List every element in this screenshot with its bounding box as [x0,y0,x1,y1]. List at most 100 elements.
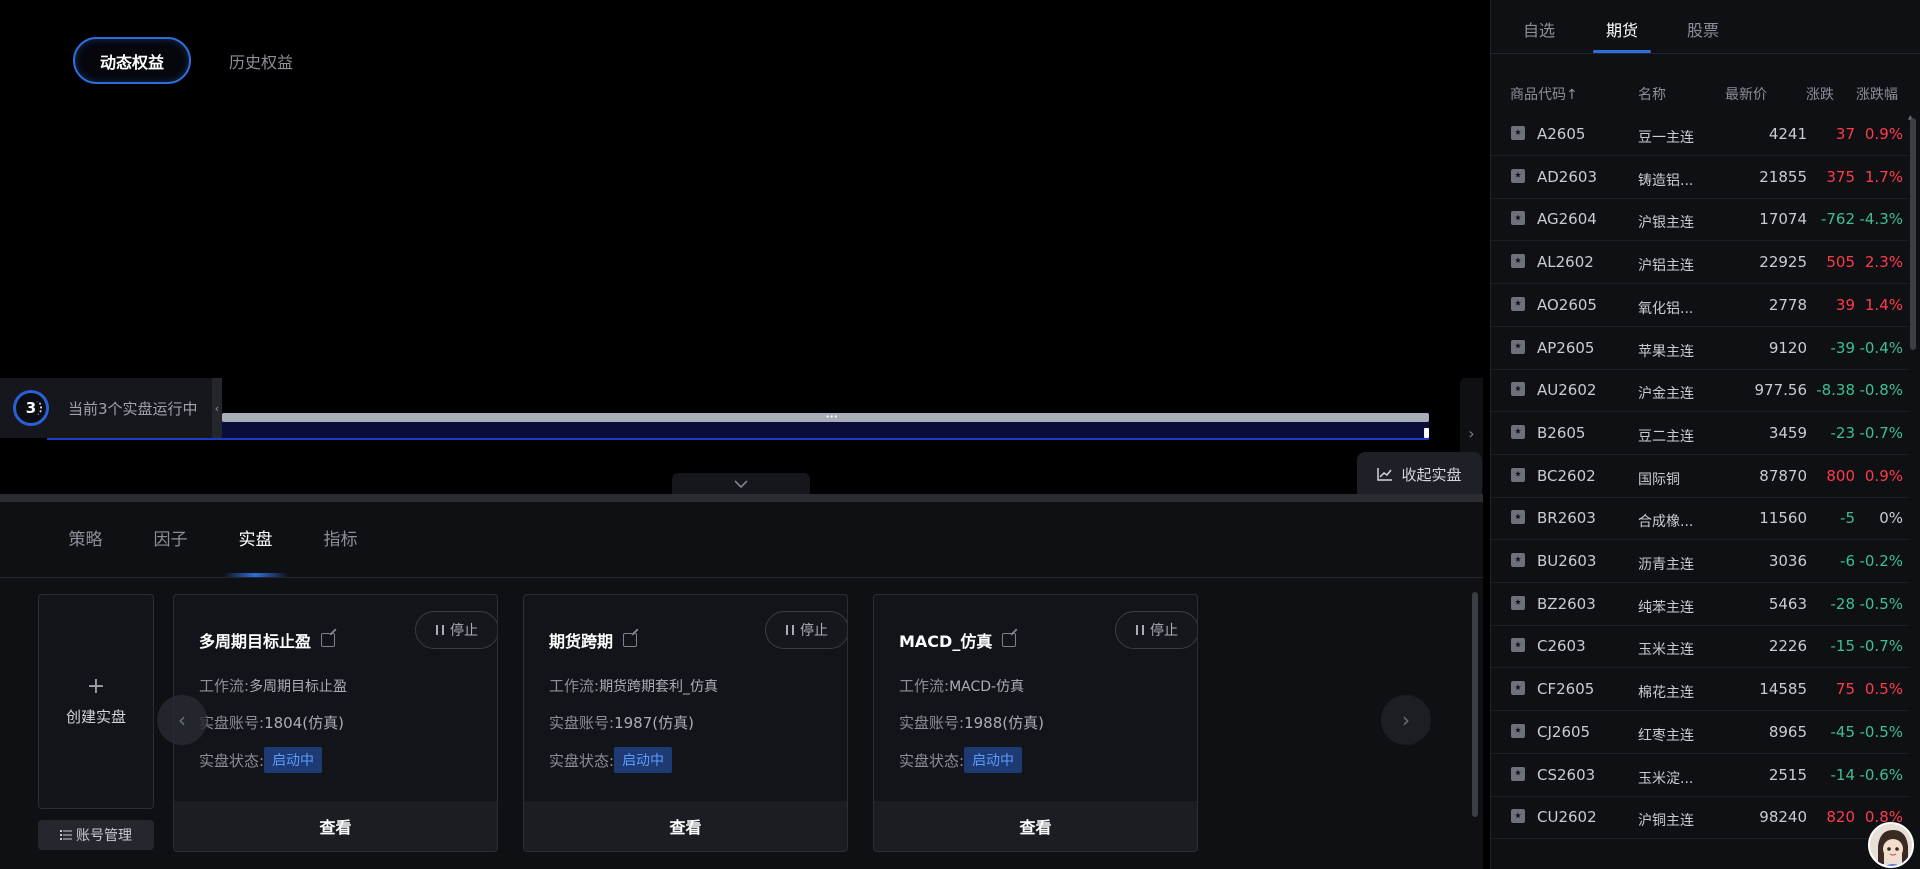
favorite-icon[interactable] [1511,510,1525,525]
main-area: 动态权益 历史权益 3 当前3个实盘运行中 ‹ ••• › 收起实盘 策略 因子 [0,0,1483,869]
quote-change: -39 [1830,338,1856,357]
assistant-avatar[interactable] [1868,822,1914,868]
stop-button[interactable]: 停止 [765,611,847,649]
view-button[interactable]: 查看 [874,801,1197,851]
quote-name: 玉米淀... [1638,770,1694,787]
quote-row[interactable]: BU2603 沥青主连 3036 -6 -0.2% [1491,541,1909,583]
quote-row[interactable]: AO2605 氧化铝... 2778 39 1.4% [1491,285,1909,327]
live-card-title: MACD_仿真 [899,632,993,651]
workflow-value: 期货跨期套利_仿真 [599,678,719,695]
tab-history-equity[interactable]: 历史权益 [201,37,321,84]
header-change[interactable]: 涨跌 [1806,84,1834,104]
favorite-icon[interactable] [1511,382,1525,397]
header-code[interactable]: 商品代码↑ [1510,84,1578,104]
favorite-icon[interactable] [1511,723,1525,738]
quote-row[interactable]: C2603 玉米主连 2226 -15 -0.7% [1491,626,1909,669]
timeline-scrollbar[interactable]: ••• [47,411,1429,440]
edit-icon[interactable] [1002,633,1017,647]
status-label: 实盘状态: [899,751,965,770]
quote-code: B2605 [1537,423,1586,442]
quote-row[interactable]: BZ2603 纯苯主连 5463 -28 -0.5% [1491,584,1909,626]
grip-icon[interactable]: ••• [826,414,838,421]
collapse-live-button[interactable]: 收起实盘 [1357,452,1482,496]
tab-futures[interactable]: 期货 [1606,17,1638,41]
quote-row[interactable]: B2605 豆二主连 3459 -23 -0.7% [1491,413,1909,455]
tab-stocks[interactable]: 股票 [1687,17,1719,41]
timeline-slider[interactable]: ••• [222,413,1429,422]
favorite-icon[interactable] [1511,126,1525,140]
quote-row[interactable]: CU2602 沪铜主连 98240 820 0.8% [1491,797,1909,840]
quote-code: BC2602 [1537,466,1596,485]
account-manage-button[interactable]: 账号管理 [38,820,154,850]
tab-live[interactable]: 实盘 [213,502,298,577]
favorite-icon[interactable] [1511,339,1525,354]
chevron-down-icon[interactable] [672,473,810,495]
favorite-icon[interactable] [1511,211,1525,226]
quote-row[interactable]: AU2602 沪金主连 977.56 -8.38 -0.8% [1491,370,1909,413]
view-button[interactable]: 查看 [174,801,497,851]
stop-button[interactable]: 停止 [415,611,497,649]
quote-row[interactable]: CJ2605 红枣主连 8965 -45 -0.5% [1491,712,1909,754]
favorite-icon[interactable] [1511,254,1525,269]
view-button[interactable]: 查看 [524,801,847,851]
quote-price: 2226 [1768,637,1807,656]
quote-row[interactable]: BR2603 合成橡... 11560 -5 0% [1491,498,1909,541]
account-value: 1988(仿真) [964,714,1044,732]
quote-change-pct: 1.7% [1864,167,1903,186]
timeline-right-handle[interactable] [1424,428,1429,438]
favorite-icon[interactable] [1511,766,1525,781]
quote-row[interactable]: CF2605 棉花主连 14585 75 0.5% [1491,669,1909,712]
live-card-title: 期货跨期 [549,632,614,651]
panel-divider[interactable] [0,494,1483,502]
quote-row[interactable]: BC2602 国际铜 87870 800 0.9% [1491,456,1909,498]
carousel-prev-icon[interactable]: ‹ [157,695,207,745]
quote-row[interactable]: AP2605 苹果主连 9120 -39 -0.4% [1491,328,1909,370]
favorite-icon[interactable] [1511,638,1525,653]
tab-strategy[interactable]: 策略 [43,502,128,577]
tab-factor[interactable]: 因子 [128,502,213,577]
header-change-pct[interactable]: 涨跌幅 [1856,84,1898,104]
quote-change: -15 [1830,637,1856,656]
edit-icon[interactable] [623,633,638,647]
favorite-icon[interactable] [1511,681,1525,696]
quote-row[interactable]: AD2603 铸造铝... 21855 375 1.7% [1491,157,1909,199]
favorite-icon[interactable] [1511,467,1525,482]
active-tab-underline [1593,50,1651,53]
account-row: 实盘账号: 1988(仿真) [899,712,1044,733]
quote-change-pct: -0.5% [1859,722,1903,741]
tab-indicator[interactable]: 指标 [298,502,383,577]
favorite-icon[interactable] [1511,553,1525,567]
favorite-icon[interactable] [1511,168,1525,183]
quote-name: 纯苯主连 [1638,599,1694,616]
quote-price: 2515 [1768,765,1807,784]
quote-price: 22925 [1759,253,1807,272]
edit-icon[interactable] [321,633,336,647]
quote-code: BU2603 [1537,552,1597,570]
status-label: 实盘状态: [549,751,615,770]
quote-change: -14 [1830,765,1856,784]
quote-scrollbar[interactable] [1910,118,1916,350]
workflow-row: 工作流: MACD-仿真 [899,675,1024,696]
tab-dynamic-equity[interactable]: 动态权益 [73,37,191,84]
favorite-icon[interactable] [1511,296,1525,311]
quote-price: 11560 [1759,509,1807,528]
scrollbar-thumb[interactable] [1472,592,1478,817]
favorite-icon[interactable] [1511,424,1525,439]
quote-price: 977.56 [1754,381,1808,400]
market-tab-bar: 自选 期货 股票 [1491,0,1920,54]
carousel-next-icon[interactable]: › [1381,695,1431,745]
quote-row[interactable]: AL2602 沪铝主连 22925 505 2.3% [1491,242,1909,285]
quote-row[interactable]: AG2604 沪银主连 17074 -762 -4.3% [1491,199,1909,242]
create-live-card[interactable]: + 创建实盘 [38,594,154,809]
bottom-scrollbar[interactable] [1470,582,1480,827]
favorite-icon[interactable] [1511,809,1525,824]
favorite-icon[interactable] [1511,595,1525,610]
stop-button[interactable]: 停止 [1115,611,1197,649]
quote-change: -762 [1820,210,1855,229]
tab-watchlist[interactable]: 自选 [1523,17,1555,41]
header-price[interactable]: 最新价 [1725,84,1767,104]
quote-row[interactable]: A2605 豆一主连 4241 37 0.9% [1491,114,1909,156]
stop-label: 停止 [1150,623,1178,639]
workflow-value: 多周期目标止盈 [249,678,348,695]
quote-row[interactable]: CS2603 玉米淀... 2515 -14 -0.6% [1491,755,1909,797]
